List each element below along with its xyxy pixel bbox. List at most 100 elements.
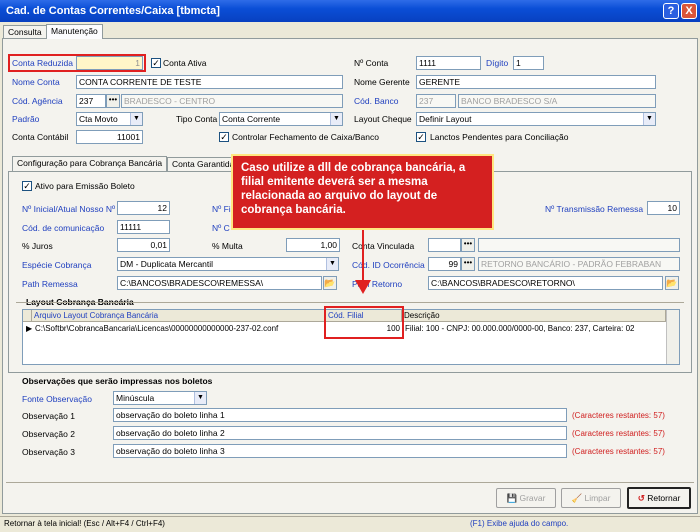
- obs-section-title: Observações que serão impressas nos bole…: [22, 376, 213, 386]
- window-title: Cad. de Contas Correntes/Caixa [tbmcta]: [6, 5, 220, 17]
- tab-cobranca[interactable]: Configuração para Cobrança Bancária: [12, 156, 168, 171]
- window-title-bar: Cad. de Contas Correntes/Caixa [tbmcta]: [0, 0, 700, 22]
- tab-manutencao[interactable]: Manutenção: [46, 24, 103, 39]
- multa-input[interactable]: 1,00: [286, 238, 340, 252]
- transmissao-input[interactable]: 10: [647, 201, 680, 215]
- chevron-down-icon: ▼: [130, 113, 142, 125]
- grid-header-arquivo[interactable]: Arquivo Layout Cobrança Bancária: [32, 310, 326, 322]
- close-button[interactable]: X: [681, 3, 697, 19]
- tab-conta-garantida[interactable]: Conta Garantida: [167, 157, 240, 171]
- digito-input[interactable]: 1: [513, 56, 544, 70]
- cod-banco-label: Cód. Banco: [354, 96, 399, 106]
- conta-contabil-label: Conta Contábil: [12, 132, 69, 142]
- table-row-descricao[interactable]: Filial: 100 - CNPJ: 00.000.000/0000-00, …: [403, 323, 666, 336]
- observacao-3-label: Observação 3: [22, 447, 75, 457]
- especie-cobranca-select[interactable]: DM - Duplicata Mercantil ▼: [117, 257, 339, 271]
- layout-cheque-label: Layout Cheque: [354, 114, 412, 124]
- retornar-button[interactable]: ↺ Retornar: [627, 487, 691, 509]
- cod-ocorrencia-lookup-button[interactable]: •••: [461, 257, 475, 271]
- cod-agencia-input[interactable]: 237: [76, 94, 106, 108]
- button-bar-divider: [6, 482, 694, 483]
- nome-conta-input[interactable]: CONTA CORRENTE DE TESTE: [76, 75, 343, 89]
- nome-gerente-input[interactable]: GERENTE: [416, 75, 656, 89]
- path-retorno-input[interactable]: C:\BANCOS\BRADESCO\RETORNO\: [428, 276, 663, 290]
- conta-vinculada-desc: [478, 238, 680, 252]
- conta-ativa-label: Conta Ativa: [163, 58, 207, 68]
- grid-indicator-header: [23, 310, 32, 322]
- observacao-2-remaining: (Caracteres restantes: 57): [572, 429, 665, 438]
- tipo-conta-select[interactable]: Conta Corrente ▼: [219, 112, 343, 126]
- save-icon: 💾: [506, 493, 520, 503]
- observacao-2-label: Observação 2: [22, 429, 75, 439]
- chevron-down-icon: ▼: [194, 392, 206, 404]
- conta-ativa-checkbox[interactable]: ✓: [151, 58, 161, 68]
- tipo-conta-label: Tipo Conta: [176, 114, 218, 124]
- row-selector-icon: ▶: [26, 324, 32, 333]
- observacao-3-input[interactable]: observação do boleto linha 3: [113, 444, 567, 458]
- status-bar: Retornar à tela inicial! (Esc / Alt+F4 /…: [0, 516, 700, 532]
- conta-vinculada-lookup-button[interactable]: •••: [461, 238, 475, 252]
- return-arrow-icon: ↺: [637, 493, 648, 503]
- lanctos-pendentes-label: Lanctos Pendentes para Conciliação: [430, 132, 569, 142]
- help-button[interactable]: ?: [663, 3, 679, 19]
- cod-comunicacao-label: Cód. de comunicação: [22, 223, 105, 233]
- broom-icon: 🧹: [571, 493, 585, 503]
- limpar-button[interactable]: 🧹 Limpar: [561, 488, 621, 508]
- observacao-1-label: Observação 1: [22, 411, 75, 421]
- fonte-observacao-label: Fonte Observação: [22, 394, 92, 404]
- observacao-3-remaining: (Caracteres restantes: 57): [572, 447, 665, 456]
- chevron-down-icon: ▼: [326, 258, 338, 270]
- numero-fi-label: Nº Fi: [212, 204, 231, 214]
- cod-banco-input[interactable]: 237: [416, 94, 456, 108]
- ativo-emissao-label: Ativo para Emissão Boleto: [35, 181, 135, 191]
- folder-icon[interactable]: 📂: [323, 276, 337, 290]
- lanctos-pendentes-checkbox[interactable]: ✓: [416, 132, 426, 142]
- cod-ocorrencia-input[interactable]: 99: [428, 257, 461, 271]
- cod-agencia-label: Cód. Agência: [12, 96, 63, 106]
- callout-note: Caso utilize a dll de cobrança bancária,…: [231, 154, 494, 230]
- status-right-text: (F1) Exibe ajuda do campo.: [470, 519, 569, 528]
- conta-reduzida-label: Conta Reduzida: [12, 58, 73, 68]
- multa-label: % Multa: [212, 241, 243, 251]
- digito-label: Dígito: [486, 58, 509, 68]
- gravar-button[interactable]: 💾 Gravar: [496, 488, 556, 508]
- ativo-emissao-checkbox[interactable]: ✓: [22, 181, 32, 191]
- highlight-cod-filial: [324, 306, 404, 339]
- grid-header-descricao[interactable]: Descrição: [402, 310, 666, 322]
- padrao-label: Padrão: [12, 114, 40, 124]
- layout-cheque-select[interactable]: Definir Layout ▼: [416, 112, 656, 126]
- cod-agencia-desc: BRADESCO - CENTRO: [121, 94, 343, 108]
- callout-arrow-line: [362, 230, 364, 280]
- juros-label: % Juros: [22, 241, 53, 251]
- juros-input[interactable]: 0,01: [117, 238, 170, 252]
- fonte-observacao-select[interactable]: Minúscula ▼: [113, 391, 207, 405]
- cod-comunicacao-input[interactable]: 11111: [117, 220, 170, 234]
- controlar-fechamento-checkbox[interactable]: ✓: [219, 132, 229, 142]
- nosso-numero-label: Nº Inicial/Atual Nosso Nº: [22, 204, 116, 214]
- cod-agencia-lookup-button[interactable]: •••: [106, 94, 120, 108]
- grid-scrollbar[interactable]: [666, 310, 679, 364]
- table-row-arquivo[interactable]: C:\Softbr\CobrancaBancaria\Licencas\0000…: [33, 323, 326, 336]
- observacao-2-input[interactable]: observação do boleto linha 2: [113, 426, 567, 440]
- folder-icon[interactable]: 📂: [665, 276, 679, 290]
- observacao-1-input[interactable]: observação do boleto linha 1: [113, 408, 567, 422]
- num-conta-label: Nº Conta: [354, 58, 389, 68]
- callout-arrow-head: [355, 280, 371, 294]
- conta-vinculada-input[interactable]: [428, 238, 461, 252]
- nome-gerente-label: Nome Gerente: [354, 77, 410, 87]
- path-remessa-input[interactable]: C:\BANCOS\BRADESCO\REMESSA\: [117, 276, 322, 290]
- especie-cobranca-label: Espécie Cobrança: [22, 260, 92, 270]
- num-conta-input[interactable]: 1111: [416, 56, 481, 70]
- status-left-text: Retornar à tela inicial! (Esc / Alt+F4 /…: [4, 519, 165, 528]
- controlar-fechamento-label: Controlar Fechamento de Caixa/Banco: [232, 132, 379, 142]
- observacao-1-remaining: (Caracteres restantes: 57): [572, 411, 665, 420]
- padrao-select[interactable]: Cta Movto ▼: [76, 112, 143, 126]
- numero-c-label: Nº C: [212, 223, 230, 233]
- nosso-numero-input[interactable]: 12: [117, 201, 170, 215]
- tab-consulta[interactable]: Consulta: [3, 25, 47, 39]
- layout-section-divider: [16, 302, 684, 303]
- conta-contabil-input[interactable]: 11001: [76, 130, 143, 144]
- chevron-down-icon: ▼: [330, 113, 342, 125]
- cod-ocorrencia-desc: RETORNO BANCÁRIO - PADRÃO FEBRABAN: [478, 257, 680, 271]
- conta-reduzida-input[interactable]: 1: [76, 56, 143, 70]
